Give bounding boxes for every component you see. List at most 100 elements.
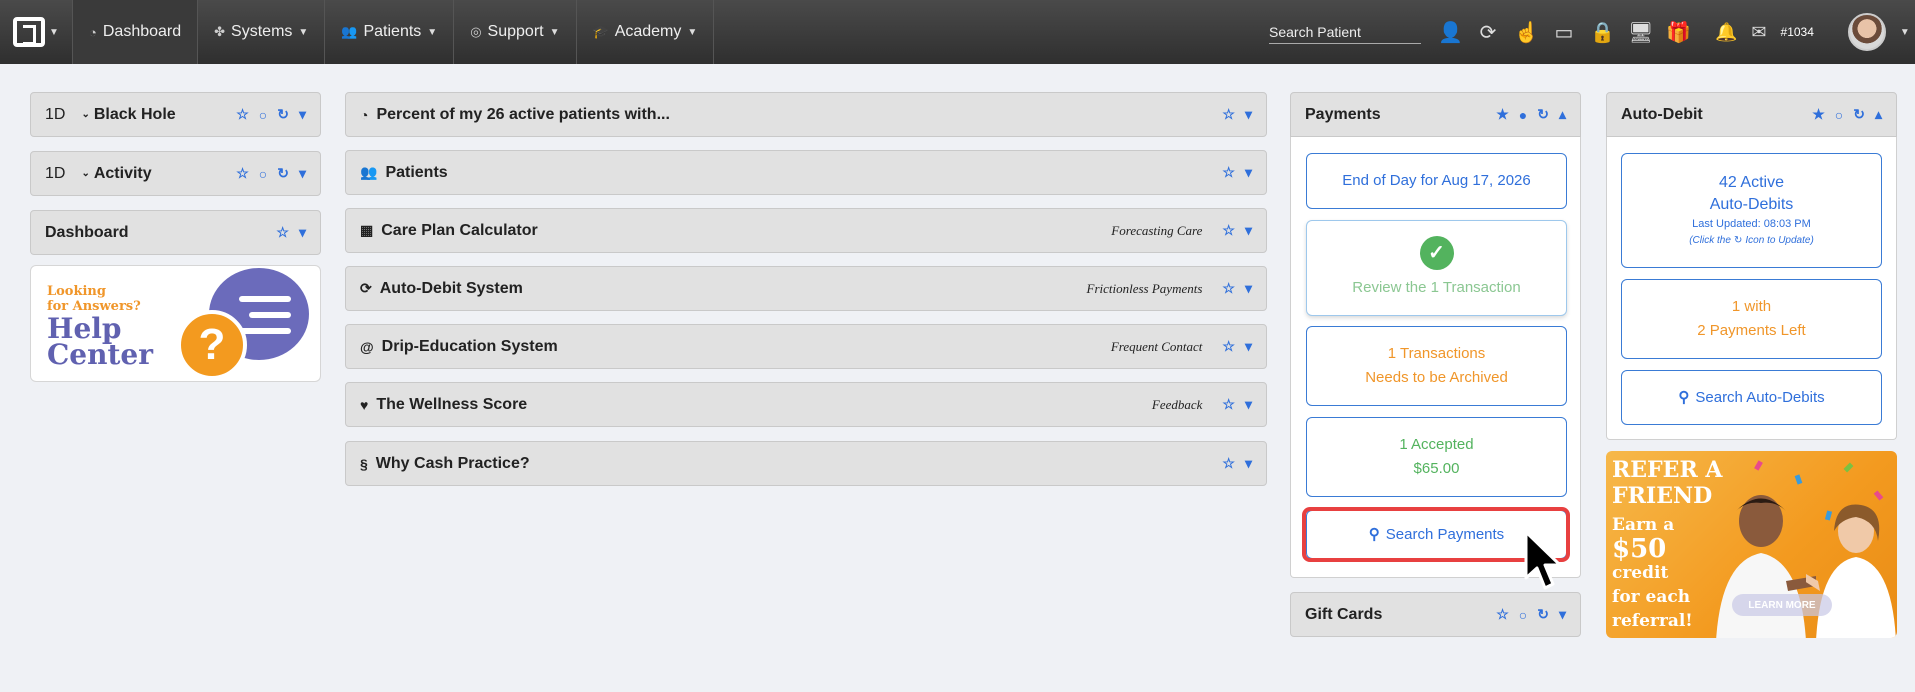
star-icon[interactable]: ☆: [1222, 222, 1235, 239]
active-auto-debits-button[interactable]: 42 Active Auto-Debits Last Updated: 08:0…: [1621, 153, 1882, 268]
panel-title: Auto-Debit: [1621, 105, 1703, 123]
star-solid-icon[interactable]: ★: [1812, 106, 1825, 123]
drip-education-panel[interactable]: @ Drip-Education System Frequent Contact…: [345, 324, 1267, 369]
caret-down-icon[interactable]: ▾: [1245, 338, 1252, 355]
star-icon[interactable]: ☆: [236, 106, 249, 123]
star-icon[interactable]: ☆: [1222, 280, 1235, 297]
auto-debit-system-panel[interactable]: ⟳ Auto-Debit System Frictionless Payment…: [345, 266, 1267, 311]
caret-up-icon[interactable]: ▴: [1875, 106, 1882, 123]
question-bubble-icon: ?: [177, 310, 247, 380]
caret-down-icon[interactable]: ▾: [1559, 606, 1566, 623]
gift-cards-panel[interactable]: Gift Cards ☆ ○ ↻ ▾: [1290, 592, 1581, 637]
caret-down-icon[interactable]: ▾: [299, 106, 306, 123]
nav-systems[interactable]: ✤ Systems ▼: [197, 0, 324, 64]
add-user-icon[interactable]: 👤: [1438, 20, 1463, 45]
refresh-icon[interactable]: ↻: [1537, 606, 1549, 623]
chevron-down-icon[interactable]: ⌄: [81, 109, 89, 120]
nav-patients[interactable]: 👥 Patients ▼: [324, 0, 453, 64]
refresh-icon[interactable]: ↻: [277, 106, 289, 123]
account-area: 🔔 ✉ #1034 ▼: [1715, 0, 1910, 64]
caret-up-icon[interactable]: ▴: [1559, 106, 1566, 123]
why-cash-practice-panel[interactable]: § Why Cash Practice? ☆ ▾: [345, 441, 1267, 486]
star-icon[interactable]: ☆: [1222, 338, 1235, 355]
credit-card-icon[interactable]: ▭: [1552, 20, 1576, 45]
star-icon[interactable]: ☆: [1222, 106, 1235, 123]
button-label: Review the 1 Transaction: [1352, 279, 1521, 296]
patients-panel[interactable]: 👥 Patients ☆ ▾: [345, 150, 1267, 195]
percent-active-panel[interactable]: ◔ Percent of my 26 active patients with.…: [345, 92, 1267, 137]
accepted-payments-button[interactable]: 1 Accepted $65.00: [1306, 417, 1567, 497]
refresh-icon[interactable]: ↻: [277, 165, 289, 182]
monitor-icon[interactable]: 🖥: [1628, 20, 1653, 45]
refresh-icon[interactable]: ↻: [1853, 106, 1865, 123]
refresh-icon[interactable]: ↻: [1537, 106, 1549, 123]
help-center-banner[interactable]: Looking for Answers? Help Center ?: [30, 265, 321, 382]
range-label: 1D: [45, 105, 66, 123]
search-patient-input[interactable]: [1269, 20, 1421, 44]
caret-down-icon[interactable]: ▾: [1245, 106, 1252, 123]
star-icon[interactable]: ☆: [1222, 455, 1235, 472]
circle-icon[interactable]: ○: [1519, 607, 1527, 623]
panel-title: Black Hole: [93, 105, 176, 123]
at-sign-icon: @: [360, 338, 374, 355]
caret-down-icon[interactable]: ▼: [1900, 27, 1910, 38]
button-label: 2 Payments Left: [1697, 322, 1806, 339]
caret-down-icon[interactable]: ▾: [1245, 222, 1252, 239]
black-hole-panel[interactable]: 1D ⌄ Black Hole ☆ ○ ↻ ▾: [30, 92, 321, 137]
circle-icon[interactable]: ○: [259, 166, 267, 182]
panel-subtitle: Feedback: [1151, 396, 1203, 412]
chevron-down-icon[interactable]: ⌄: [81, 168, 89, 179]
star-icon[interactable]: ☆: [1222, 396, 1235, 413]
avatar[interactable]: [1847, 13, 1886, 51]
star-icon[interactable]: ☆: [236, 165, 249, 182]
caret-down-icon: ▼: [427, 26, 438, 38]
nav-label: Dashboard: [102, 23, 182, 40]
caret-down-icon[interactable]: ▾: [1245, 164, 1252, 181]
nav-support[interactable]: ◎ Support ▼: [453, 0, 575, 64]
star-icon[interactable]: ☆: [1496, 606, 1509, 623]
hand-pointer-icon[interactable]: ☝: [1514, 20, 1539, 45]
search-auto-debits-button[interactable]: ⚲ Search Auto-Debits: [1621, 370, 1882, 425]
bell-icon[interactable]: 🔔: [1715, 22, 1737, 43]
activity-panel[interactable]: 1D ⌄ Activity ☆ ○ ↻ ▾: [30, 151, 321, 196]
payments-panel-header[interactable]: Payments ★ ● ↻ ▴: [1290, 92, 1581, 137]
check-circle-icon: ✓: [1419, 236, 1454, 270]
learn-more-button[interactable]: LEARN MORE: [1732, 594, 1832, 616]
button-label: 1 Transactions: [1387, 345, 1486, 362]
auto-debit-panel-header[interactable]: Auto-Debit ★ ○ ↻ ▴: [1606, 92, 1897, 137]
nav-label: Support: [487, 23, 544, 40]
star-solid-icon[interactable]: ★: [1496, 106, 1509, 123]
hint-text: Icon to Update): [1745, 235, 1814, 246]
caret-down-icon[interactable]: ▾: [299, 224, 306, 241]
payments-left-button[interactable]: 1 with 2 Payments Left: [1621, 279, 1882, 359]
caret-down-icon[interactable]: ▾: [299, 165, 306, 182]
refer-line: REFER A: [1612, 457, 1723, 483]
care-plan-calculator-panel[interactable]: ▦ Care Plan Calculator Forecasting Care …: [345, 208, 1267, 253]
circle-icon[interactable]: ○: [259, 107, 267, 123]
refer-friend-banner[interactable]: REFER A FRIEND Earn a $50 credit for eac…: [1606, 451, 1897, 638]
refresh-icon[interactable]: ⟳: [1476, 20, 1500, 45]
lock-icon[interactable]: 🔒: [1590, 20, 1615, 45]
envelope-icon[interactable]: ✉: [1751, 22, 1766, 43]
nav-dashboard[interactable]: ◔ Dashboard: [72, 0, 198, 64]
panel-title: Auto-Debit System: [379, 279, 523, 297]
heartbeat-icon: ♥: [360, 396, 369, 413]
review-transaction-button[interactable]: ✓ Review the 1 Transaction: [1306, 220, 1567, 316]
end-of-day-button[interactable]: End of Day for Aug 17, 2026: [1306, 153, 1567, 209]
star-icon[interactable]: ☆: [276, 224, 289, 241]
refresh-icon: ⟳: [360, 280, 372, 296]
caret-down-icon[interactable]: ▾: [1245, 455, 1252, 472]
route-icon: §: [360, 455, 368, 472]
dashboard-panel[interactable]: Dashboard ☆ ▾: [30, 210, 321, 255]
wellness-score-panel[interactable]: ♥ The Wellness Score Feedback ☆ ▾: [345, 382, 1267, 427]
star-icon[interactable]: ☆: [1222, 164, 1235, 181]
circle-icon[interactable]: ○: [1835, 107, 1843, 123]
app-logo-menu[interactable]: ▼: [0, 0, 72, 64]
caret-down-icon[interactable]: ▾: [1245, 280, 1252, 297]
archive-transactions-button[interactable]: 1 Transactions Needs to be Archived: [1306, 326, 1567, 406]
nav-academy[interactable]: 🎓 Academy ▼: [575, 0, 715, 64]
caret-down-icon[interactable]: ▾: [1245, 396, 1252, 413]
circle-solid-icon[interactable]: ●: [1519, 107, 1527, 123]
gift-icon[interactable]: 🎁: [1666, 20, 1691, 45]
help-tagline: Looking for Answers?: [47, 284, 141, 314]
